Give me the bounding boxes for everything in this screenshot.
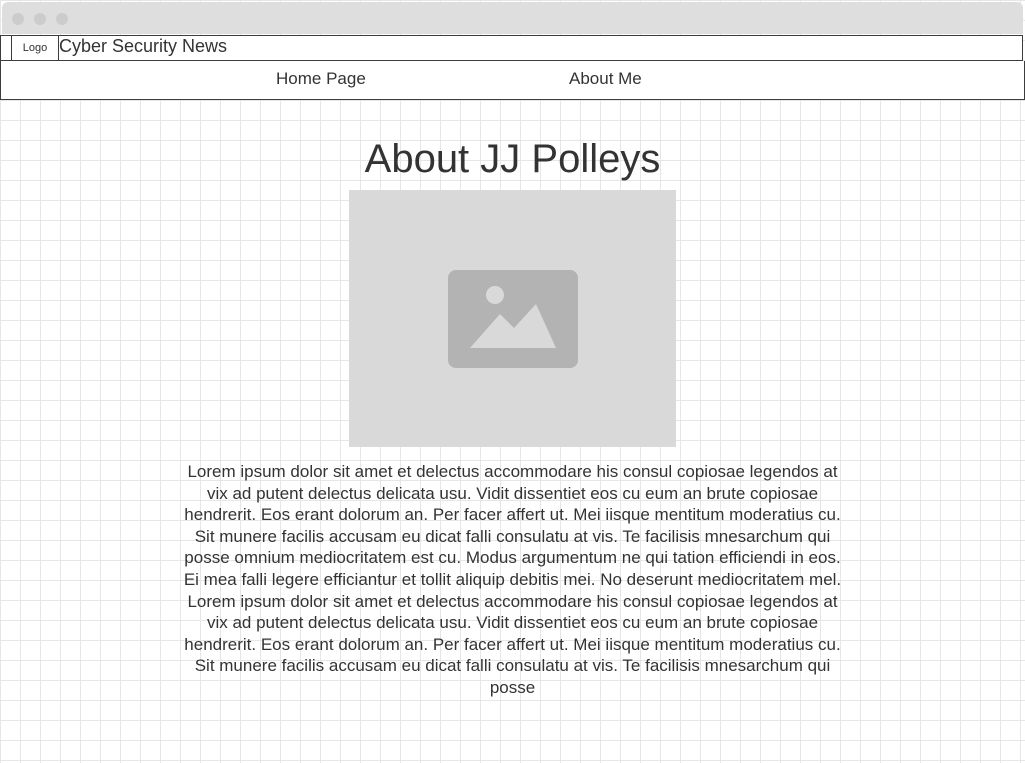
main-nav: Home Page About Me — [0, 61, 1025, 100]
logo[interactable]: Logo — [11, 35, 59, 61]
browser-window: Logo Cyber Security News Home Page About… — [0, 0, 1025, 763]
window-titlebar — [2, 2, 1023, 34]
window-maximize-dot[interactable] — [56, 13, 68, 25]
image-icon — [448, 270, 578, 368]
nav-home-link[interactable]: Home Page — [276, 69, 366, 89]
site-title: Cyber Security News — [59, 36, 228, 56]
bio-text: Lorem ipsum dolor sit amet et delectus a… — [183, 462, 842, 697]
nav-about-link[interactable]: About Me — [569, 69, 642, 89]
window-minimize-dot[interactable] — [34, 13, 46, 25]
window-close-dot[interactable] — [12, 13, 24, 25]
profile-image-placeholder — [349, 190, 676, 447]
page-title: About JJ Polleys — [364, 137, 661, 181]
site-header: Logo Cyber Security News — [0, 35, 1023, 61]
